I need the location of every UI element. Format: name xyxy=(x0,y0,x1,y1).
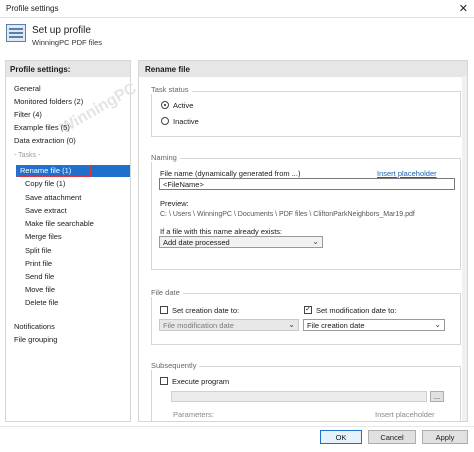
modification-date-label[interactable]: Set modification date to: xyxy=(316,306,396,315)
nav-task-copy-file[interactable]: Copy file (1) xyxy=(25,179,65,188)
nav-item-general[interactable]: General xyxy=(14,84,41,93)
file-name-label: File name (dynamically generated from ..… xyxy=(160,169,301,178)
modification-date-checkbox[interactable]: ✓ xyxy=(304,306,312,314)
ok-button[interactable]: OK xyxy=(320,430,362,444)
nav-task-save-extract[interactable]: Save extract xyxy=(25,206,67,215)
header-subtitle: WinningPC PDF files xyxy=(32,38,103,47)
subsequently-label: Subsequently xyxy=(151,361,200,370)
insert-placeholder-link[interactable]: Insert placeholder xyxy=(377,169,437,178)
nav-item-example-files[interactable]: Example files (5) xyxy=(14,123,70,132)
cancel-button[interactable]: Cancel xyxy=(368,430,416,444)
file-date-label: File date xyxy=(151,288,183,297)
browse-button: ... xyxy=(430,391,444,402)
nav-task-make-file-searchable[interactable]: Make file searchable xyxy=(25,219,94,228)
modification-date-value: File creation date xyxy=(307,321,365,330)
parameters-label: Parameters: xyxy=(173,410,214,419)
close-icon[interactable]: ✕ xyxy=(459,2,468,15)
program-path-input xyxy=(171,391,427,402)
nav-item-data-extraction[interactable]: Data extraction (0) xyxy=(14,136,76,145)
creation-date-dropdown: File modification date ⌄ xyxy=(159,319,299,331)
creation-date-checkbox[interactable] xyxy=(160,306,168,314)
apply-button[interactable]: Apply xyxy=(422,430,468,444)
task-status-group xyxy=(151,91,461,137)
nav-task-merge-files[interactable]: Merge files xyxy=(25,232,62,241)
rename-file-panel: Rename file Task status Active Inactive … xyxy=(138,60,468,422)
active-label[interactable]: Active xyxy=(173,101,193,110)
file-name-input[interactable]: <FileName> xyxy=(159,178,455,190)
exists-dropdown[interactable]: Add date processed ⌄ xyxy=(159,236,323,248)
preview-label: Preview: xyxy=(160,199,189,208)
execute-program-checkbox[interactable] xyxy=(160,377,168,385)
nav-task-split-file[interactable]: Split file xyxy=(25,246,51,255)
title-bar: Profile settings ✕ xyxy=(0,0,474,18)
nav-item-filter[interactable]: Filter (4) xyxy=(14,110,42,119)
nav-item-monitored-folders[interactable]: Monitored folders (2) xyxy=(14,97,83,106)
dialog-header: Set up profile WinningPC PDF files xyxy=(0,18,474,54)
tasks-label-text: Tasks xyxy=(18,152,37,159)
exists-label: If a file with this name already exists: xyxy=(160,227,283,236)
panel-scrollbar[interactable] xyxy=(462,76,467,421)
nav-item-notifications[interactable]: Notifications xyxy=(14,322,55,331)
navigation-heading: Profile settings: xyxy=(6,61,130,77)
naming-label: Naming xyxy=(151,153,180,162)
execute-program-label[interactable]: Execute program xyxy=(172,377,229,386)
inactive-radio[interactable] xyxy=(161,117,169,125)
tasks-section-label: - Tasks - xyxy=(14,152,41,159)
profile-settings-icon xyxy=(6,24,26,42)
chevron-down-icon: ⌄ xyxy=(288,320,295,329)
panel-heading: Rename file xyxy=(139,61,467,77)
chevron-down-icon: ⌄ xyxy=(312,237,319,246)
exists-dropdown-value: Add date processed xyxy=(163,238,230,247)
footer-divider xyxy=(0,426,474,427)
modification-date-dropdown[interactable]: File creation date ⌄ xyxy=(303,319,445,331)
selection-highlight-ring xyxy=(17,165,91,177)
active-radio[interactable] xyxy=(161,101,169,109)
header-title: Set up profile xyxy=(32,25,91,36)
nav-task-save-attachment[interactable]: Save attachment xyxy=(25,193,81,202)
nav-task-send-file[interactable]: Send file xyxy=(25,272,54,281)
creation-date-value: File modification date xyxy=(163,321,234,330)
parameters-insert-placeholder: Insert placeholder xyxy=(375,410,435,419)
nav-task-move-file[interactable]: Move file xyxy=(25,285,55,294)
nav-item-file-grouping[interactable]: File grouping xyxy=(14,335,57,344)
nav-task-print-file[interactable]: Print file xyxy=(25,259,52,268)
nav-task-delete-file[interactable]: Delete file xyxy=(25,298,58,307)
creation-date-label[interactable]: Set creation date to: xyxy=(172,306,239,315)
window-title: Profile settings xyxy=(6,4,59,13)
chevron-down-icon: ⌄ xyxy=(434,320,441,329)
inactive-label[interactable]: Inactive xyxy=(173,117,199,126)
task-status-label: Task status xyxy=(151,85,192,94)
preview-path: C: \ Users \ WinningPC \ Documents \ PDF… xyxy=(160,211,415,218)
